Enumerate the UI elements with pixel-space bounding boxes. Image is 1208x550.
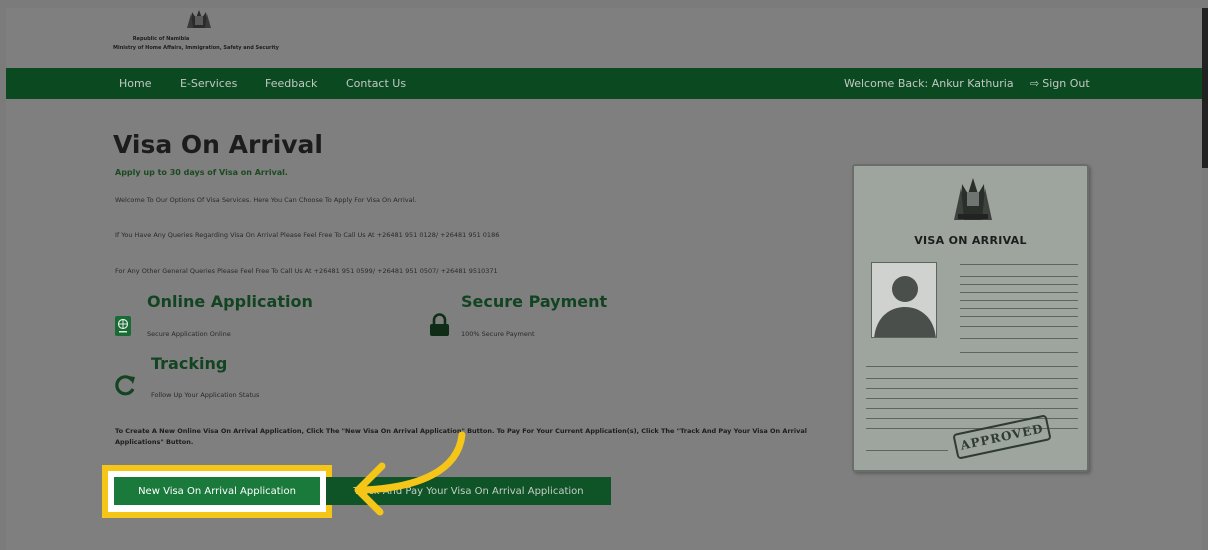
info-paragraph-welcome: Welcome To Our Options Of Visa Services.…: [115, 196, 417, 204]
welcome-text: Welcome Back: Ankur Kathuria: [844, 77, 1014, 90]
info-paragraph-general: For Any Other General Queries Please Fee…: [115, 267, 498, 275]
coat-of-arms-icon: [187, 10, 211, 28]
sign-out-label: Sign Out: [1042, 77, 1090, 90]
visa-card-title: VISA ON ARRIVAL: [914, 234, 1027, 247]
feature-secure-payment-title: Secure Payment: [461, 292, 608, 311]
info-paragraph-queries: If You Have Any Queries Regarding Visa O…: [115, 231, 500, 239]
person-icon: [874, 276, 936, 337]
feature-online-application-title: Online Application: [147, 292, 313, 311]
ministry-label: Ministry of Home Affairs, Immigration, S…: [113, 45, 279, 51]
sign-out-icon: ⇨: [1030, 77, 1040, 90]
nav-home[interactable]: Home: [119, 77, 151, 90]
feature-secure-payment-desc: 100% Secure Payment: [461, 330, 535, 338]
new-visa-on-arrival-application-button[interactable]: New Visa On Arrival Application: [114, 477, 320, 505]
nav-contact-us[interactable]: Contact Us: [346, 77, 406, 90]
nav-feedback[interactable]: Feedback: [265, 77, 317, 90]
feature-online-application-desc: Secure Application Online: [147, 330, 231, 338]
coat-of-arms-icon: [954, 178, 992, 220]
application-instructions: To Create A New Online Visa On Arrival A…: [115, 427, 807, 446]
page: Republic of Namibia Ministry of Home Aff…: [6, 8, 1202, 550]
nav-e-services[interactable]: E-Services: [180, 77, 237, 90]
passport-icon: [115, 316, 131, 336]
sign-out-link[interactable]: ⇨ Sign Out: [1030, 77, 1090, 90]
lock-icon: [430, 313, 449, 336]
feature-tracking-title: Tracking: [151, 354, 228, 373]
feature-tracking-desc: Follow Up Your Application Status: [151, 391, 260, 399]
main-navbar: Home E-Services Feedback Contact Us Welc…: [6, 68, 1202, 99]
page-title: Visa On Arrival: [113, 130, 323, 159]
page-scrollbar[interactable]: [1202, 8, 1208, 168]
page-subtitle: Apply up to 30 days of Visa on Arrival.: [115, 168, 288, 177]
refresh-icon: [115, 375, 135, 396]
avatar-placeholder: [871, 262, 937, 338]
republic-label: Republic of Namibia: [132, 36, 190, 42]
approved-stamp: APPROVED: [952, 414, 1052, 460]
track-and-pay-button[interactable]: Track And Pay Your Visa On Arrival Appli…: [326, 477, 611, 505]
ministry-logo[interactable]: Republic of Namibia Ministry of Home Aff…: [6, 8, 336, 68]
visa-card-illustration: VISA ON ARRIVAL APPROVED: [852, 164, 1089, 472]
track-and-pay-label: Track And Pay Your Visa On Arrival Appli…: [353, 485, 584, 497]
